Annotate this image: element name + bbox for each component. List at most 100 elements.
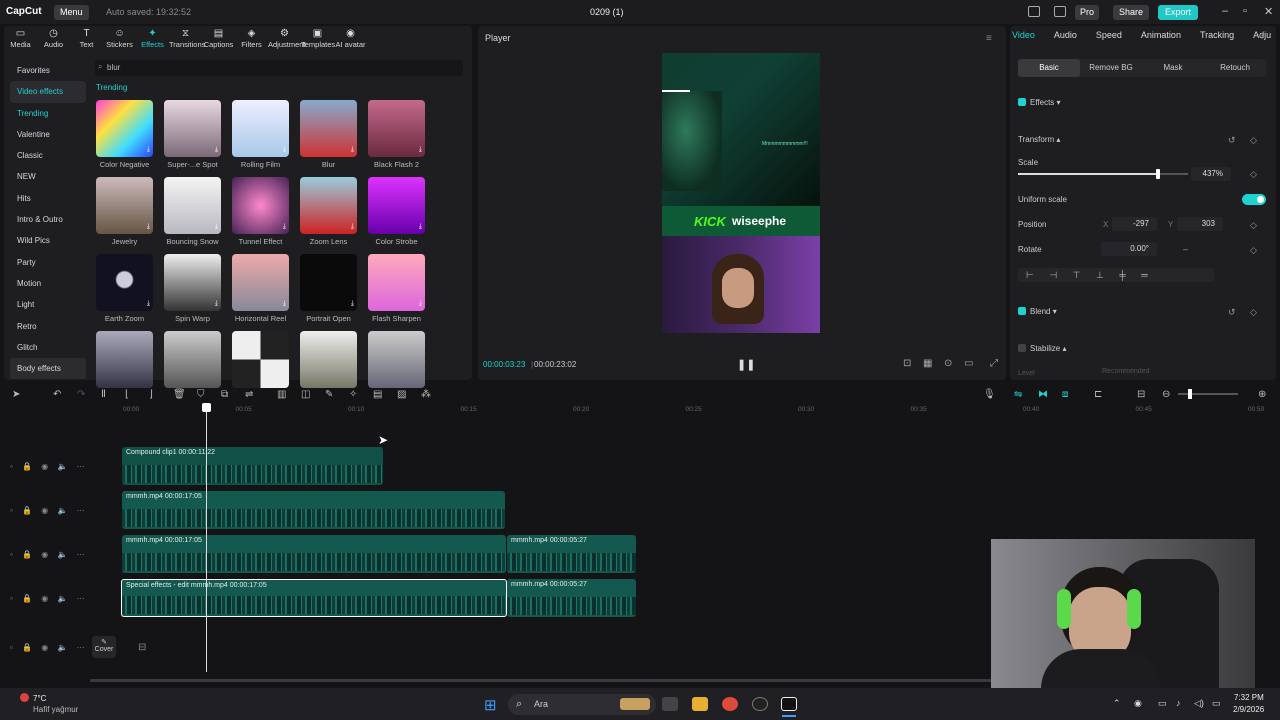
volume-icon[interactable]: ◁) bbox=[1194, 698, 1204, 709]
position-y-input[interactable]: 303 bbox=[1177, 217, 1223, 231]
clock-date[interactable]: 2/9/2026 bbox=[1233, 705, 1264, 714]
shortcuts-icon[interactable] bbox=[1054, 6, 1066, 17]
scale-keyframe-icon[interactable]: ◇ bbox=[1250, 169, 1257, 180]
uniform-scale-toggle[interactable] bbox=[1242, 194, 1266, 205]
category-item[interactable]: Trending bbox=[10, 103, 86, 124]
effect-card[interactable]: ⤓ Bouncing Snow bbox=[164, 177, 221, 246]
menu-button[interactable]: Menu bbox=[54, 5, 89, 20]
obs-icon[interactable] bbox=[752, 697, 768, 711]
track4-clip-selected[interactable]: Special effects - edit mmmh.mp4 00:00:17… bbox=[121, 579, 507, 617]
effect-card[interactable]: ⤓ Flash Sharpen bbox=[368, 254, 425, 323]
property-subtab[interactable]: Retouch bbox=[1204, 59, 1266, 77]
category-item[interactable]: Glitch bbox=[10, 337, 86, 358]
download-icon[interactable]: ⤓ bbox=[215, 223, 218, 231]
tool-tab-4[interactable]: ✦ Effects bbox=[136, 26, 169, 52]
property-subtab[interactable]: Remove BG bbox=[1080, 59, 1142, 77]
position-keyframe-icon[interactable]: ◇ bbox=[1250, 220, 1257, 231]
reset-icon[interactable]: ↺ bbox=[1228, 135, 1236, 146]
audio-link-icon[interactable]: ⊏ bbox=[1094, 389, 1102, 400]
playhead-handle[interactable] bbox=[202, 403, 211, 412]
tool-tab-0[interactable]: ▭ Media bbox=[4, 26, 37, 52]
scale-value[interactable]: 437% bbox=[1191, 167, 1231, 181]
crop-icon[interactable]: ⊡ bbox=[903, 358, 911, 369]
effects-search-input[interactable]: blur bbox=[95, 60, 463, 76]
transform-section[interactable]: Transform ▴ bbox=[1018, 135, 1060, 144]
quality-icon[interactable]: ▦ bbox=[923, 358, 932, 369]
effect-card[interactable]: ⤓ Zoom Lens bbox=[300, 177, 357, 246]
playhead[interactable] bbox=[206, 404, 207, 672]
blend-reset-icon[interactable]: ↺ bbox=[1228, 307, 1236, 318]
effect-card[interactable]: ⤓ Rolling Film bbox=[232, 100, 289, 169]
marker-icon[interactable]: ⛉ bbox=[197, 389, 205, 400]
clock-time[interactable]: 7:32 PM bbox=[1234, 693, 1264, 702]
timeline-scrollbar[interactable] bbox=[90, 679, 1016, 682]
category-item[interactable]: Light bbox=[10, 294, 86, 315]
mirror-icon[interactable]: ◫ bbox=[301, 389, 310, 400]
property-tab[interactable]: Animation bbox=[1141, 30, 1181, 40]
property-tab[interactable]: Video bbox=[1012, 30, 1035, 40]
ratio-icon[interactable]: ▭ bbox=[964, 358, 973, 369]
effects-toggle[interactable]: Effects ▾ bbox=[1018, 98, 1061, 107]
tool-tab-3[interactable]: ☺ Stickers bbox=[103, 26, 136, 52]
effect-card[interactable]: ⤓ Spin Warp bbox=[164, 254, 221, 323]
property-tab[interactable]: Speed bbox=[1096, 30, 1122, 40]
tool-tab-5[interactable]: ⧖ Transitions bbox=[169, 26, 205, 52]
track2-controls[interactable]: ▫ 🔒 ◉ 🔈 ⋯ bbox=[10, 506, 85, 515]
effect-card[interactable]: ⤓ Blur bbox=[300, 100, 357, 169]
zoom-fit-icon[interactable]: ⊙ bbox=[944, 358, 952, 369]
effect-card[interactable] bbox=[300, 331, 357, 388]
blend-toggle[interactable]: Blend ▾ bbox=[1018, 307, 1057, 316]
category-item[interactable]: Party bbox=[10, 252, 86, 273]
category-item[interactable]: Body effects bbox=[10, 358, 86, 380]
fullscreen-icon[interactable]: ⤢ bbox=[990, 358, 998, 369]
effect-card[interactable] bbox=[232, 331, 289, 388]
category-item[interactable]: Motion bbox=[10, 273, 86, 294]
mic-tray-icon[interactable]: ♪ bbox=[1176, 698, 1181, 708]
pause-icon[interactable]: ❚❚ bbox=[737, 358, 755, 371]
weather-temp[interactable]: 7°C bbox=[33, 694, 46, 703]
network-icon[interactable]: ▭ bbox=[1158, 698, 1167, 709]
effect-card[interactable]: ⤓ Color Strobe bbox=[368, 177, 425, 246]
player-menu-icon[interactable]: ≡ bbox=[986, 33, 992, 44]
effect-card[interactable]: ⤓ Tunnel Effect bbox=[232, 177, 289, 246]
download-icon[interactable]: ⤓ bbox=[147, 146, 150, 154]
property-tab[interactable]: Tracking bbox=[1200, 30, 1234, 40]
tool-tab-8[interactable]: ⚙ Adjustment bbox=[268, 26, 306, 52]
category-item[interactable]: Wild Pics bbox=[10, 230, 86, 251]
download-icon[interactable]: ⤓ bbox=[215, 300, 218, 308]
track1-controls[interactable]: ▫ 🔒 ◉ 🔈 ⋯ bbox=[10, 462, 85, 471]
freeze-icon[interactable]: ▥ bbox=[277, 389, 286, 400]
stabilize-checkbox[interactable] bbox=[1018, 344, 1026, 352]
subtitle-icon[interactable]: ▤ bbox=[373, 389, 382, 400]
property-subtab[interactable]: Basic bbox=[1018, 59, 1080, 77]
more-tools-icon[interactable]: ⁂ bbox=[421, 389, 431, 400]
tray-chevron-icon[interactable]: ⌃ bbox=[1113, 698, 1121, 709]
select-tool-icon[interactable]: ➤ bbox=[12, 389, 20, 400]
track3-controls[interactable]: ▫ 🔒 ◉ 🔈 ⋯ bbox=[10, 550, 85, 559]
download-icon[interactable]: ⤓ bbox=[283, 300, 286, 308]
download-icon[interactable]: ⤓ bbox=[419, 146, 422, 154]
tool-tab-1[interactable]: ◷ Audio bbox=[37, 26, 70, 52]
ai-edit-icon[interactable]: ✎ bbox=[325, 389, 333, 400]
effect-card[interactable]: ⤓ Portrait Open bbox=[300, 254, 357, 323]
fit-icon[interactable]: ⊟ bbox=[1137, 389, 1145, 400]
effect-card[interactable] bbox=[164, 331, 221, 388]
effect-card[interactable] bbox=[96, 331, 153, 388]
maximize-icon[interactable]: ▫ bbox=[1243, 5, 1247, 17]
blend-keyframe-icon[interactable]: ◇ bbox=[1250, 307, 1257, 318]
zoom-slider[interactable] bbox=[1178, 393, 1238, 395]
blend-checkbox[interactable] bbox=[1018, 307, 1026, 315]
minimize-icon[interactable]: – bbox=[1222, 5, 1228, 17]
effect-card[interactable]: ⤓ Super-...e Spot bbox=[164, 100, 221, 169]
image-icon[interactable]: ▨ bbox=[397, 389, 406, 400]
tool-tab-6[interactable]: ▤ Captions bbox=[202, 26, 235, 52]
level-select[interactable]: Recommended bbox=[1100, 368, 1266, 380]
magic-icon[interactable]: ✧ bbox=[349, 389, 357, 400]
category-item[interactable]: NEW bbox=[10, 166, 86, 187]
align-buttons[interactable]: ⊢ ⊣ ⊤ ⊥ ╪ ═ bbox=[1018, 268, 1214, 282]
cover-button[interactable]: ✎ Cover bbox=[92, 636, 116, 658]
effect-card[interactable]: ⤓ Black Flash 2 bbox=[368, 100, 425, 169]
compound-clip[interactable]: Compound clip1 00:00:11:22 bbox=[122, 447, 383, 485]
property-subtab[interactable]: Mask bbox=[1142, 59, 1204, 77]
stabilize-toggle[interactable]: Stabilize ▴ bbox=[1018, 344, 1067, 353]
